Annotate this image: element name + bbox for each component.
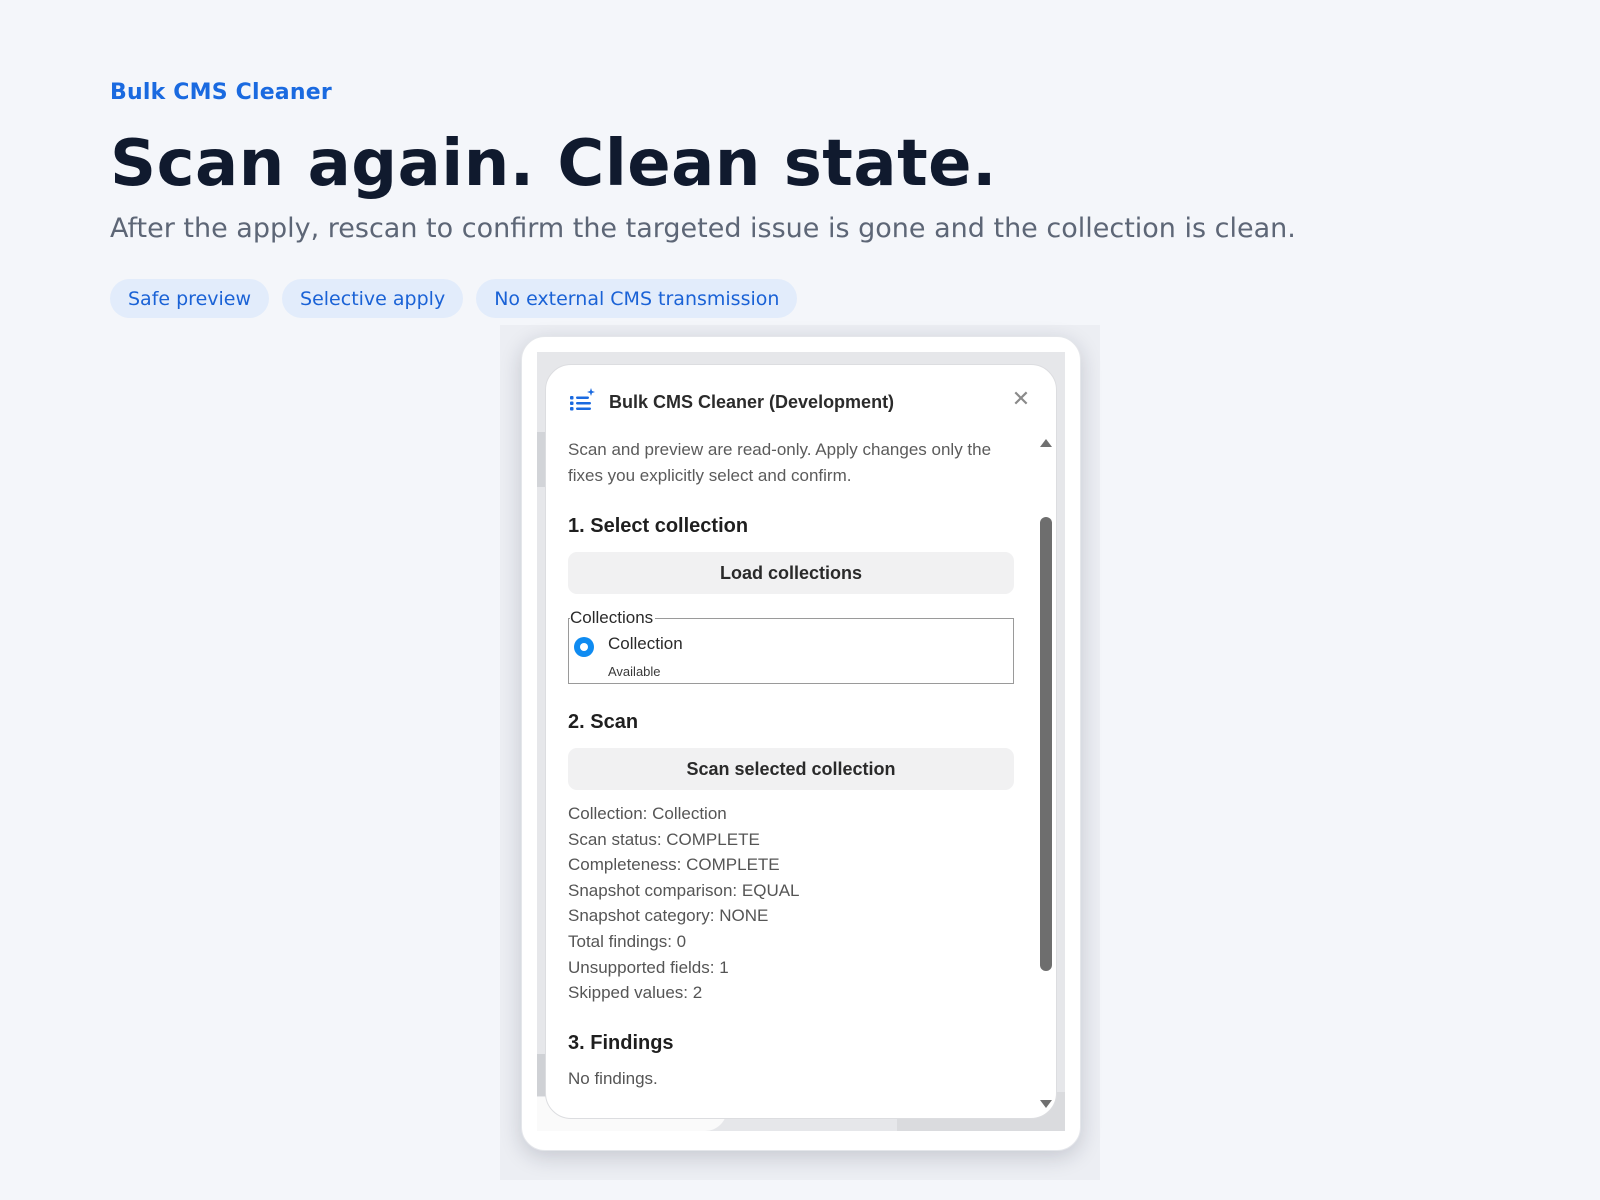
scan-summary: Collection: Collection Scan status: COMP…	[568, 801, 1016, 1006]
chip-selective-apply: Selective apply	[282, 279, 464, 318]
collection-option-status: Available	[608, 664, 661, 679]
hero: Bulk CMS Cleaner Scan again. Clean state…	[110, 80, 1510, 318]
list-sparkle-icon	[570, 388, 595, 411]
page-title: Scan again. Clean state.	[110, 127, 997, 201]
scan-selected-collection-button[interactable]: Scan selected collection	[568, 748, 1014, 790]
close-button[interactable]: ✕	[1008, 386, 1034, 412]
eyebrow-label: Bulk CMS Cleaner	[110, 80, 332, 105]
scroll-down-arrow-icon[interactable]	[1040, 1100, 1052, 1108]
scan-stat-total-findings: Total findings: 0	[568, 931, 687, 951]
section-title-scan: 2. Scan	[568, 711, 639, 733]
scan-stat-snapshot-comparison: Snapshot comparison: EQUAL	[568, 880, 800, 900]
findings-empty-message: No findings.	[568, 1068, 658, 1088]
panel-scrollbar[interactable]	[1037, 435, 1055, 1111]
scan-stat-skipped-values: Skipped values: 2	[568, 983, 703, 1003]
panel-title: Bulk CMS Cleaner (Development)	[609, 392, 895, 412]
scan-stat-collection: Collection: Collection	[568, 804, 727, 823]
collections-legend: Collections	[570, 608, 656, 628]
scan-stat-completeness: Completeness: COMPLETE	[568, 855, 780, 875]
close-icon: ✕	[1011, 386, 1031, 411]
feature-chips: Safe preview Selective apply No external…	[110, 279, 1510, 318]
panel-content: Scan and preview are read-only. Apply ch…	[568, 437, 1016, 1089]
scroll-up-arrow-icon[interactable]	[1040, 439, 1052, 447]
load-collections-button[interactable]: Load collections	[568, 552, 1014, 594]
scan-stat-snapshot-category: Snapshot category: NONE	[568, 906, 769, 926]
collections-fieldset: Collections Collection Available	[568, 608, 1014, 684]
section-title-findings: 3. Findings	[568, 1031, 674, 1054]
scroll-thumb[interactable]	[1040, 517, 1052, 971]
intro-text: Scan and preview are read-only. Apply ch…	[568, 440, 992, 485]
scan-stat-unsupported-fields: Unsupported fields: 1	[568, 957, 729, 977]
collection-option-name[interactable]: Collection	[608, 634, 683, 654]
chip-no-external-transmission: No external CMS transmission	[476, 279, 798, 318]
page-subtitle: After the apply, rescan to confirm the t…	[110, 213, 1296, 244]
collection-radio[interactable]	[574, 637, 594, 657]
chip-safe-preview: Safe preview	[110, 279, 270, 318]
panel-header: Bulk CMS Cleaner (Development) ✕	[546, 365, 1056, 433]
scan-stat-status: Scan status: COMPLETE	[568, 829, 760, 849]
section-title-select-collection: 1. Select collection	[568, 515, 749, 537]
plugin-panel: Bulk CMS Cleaner (Development) ✕ Scan an…	[545, 364, 1057, 1119]
